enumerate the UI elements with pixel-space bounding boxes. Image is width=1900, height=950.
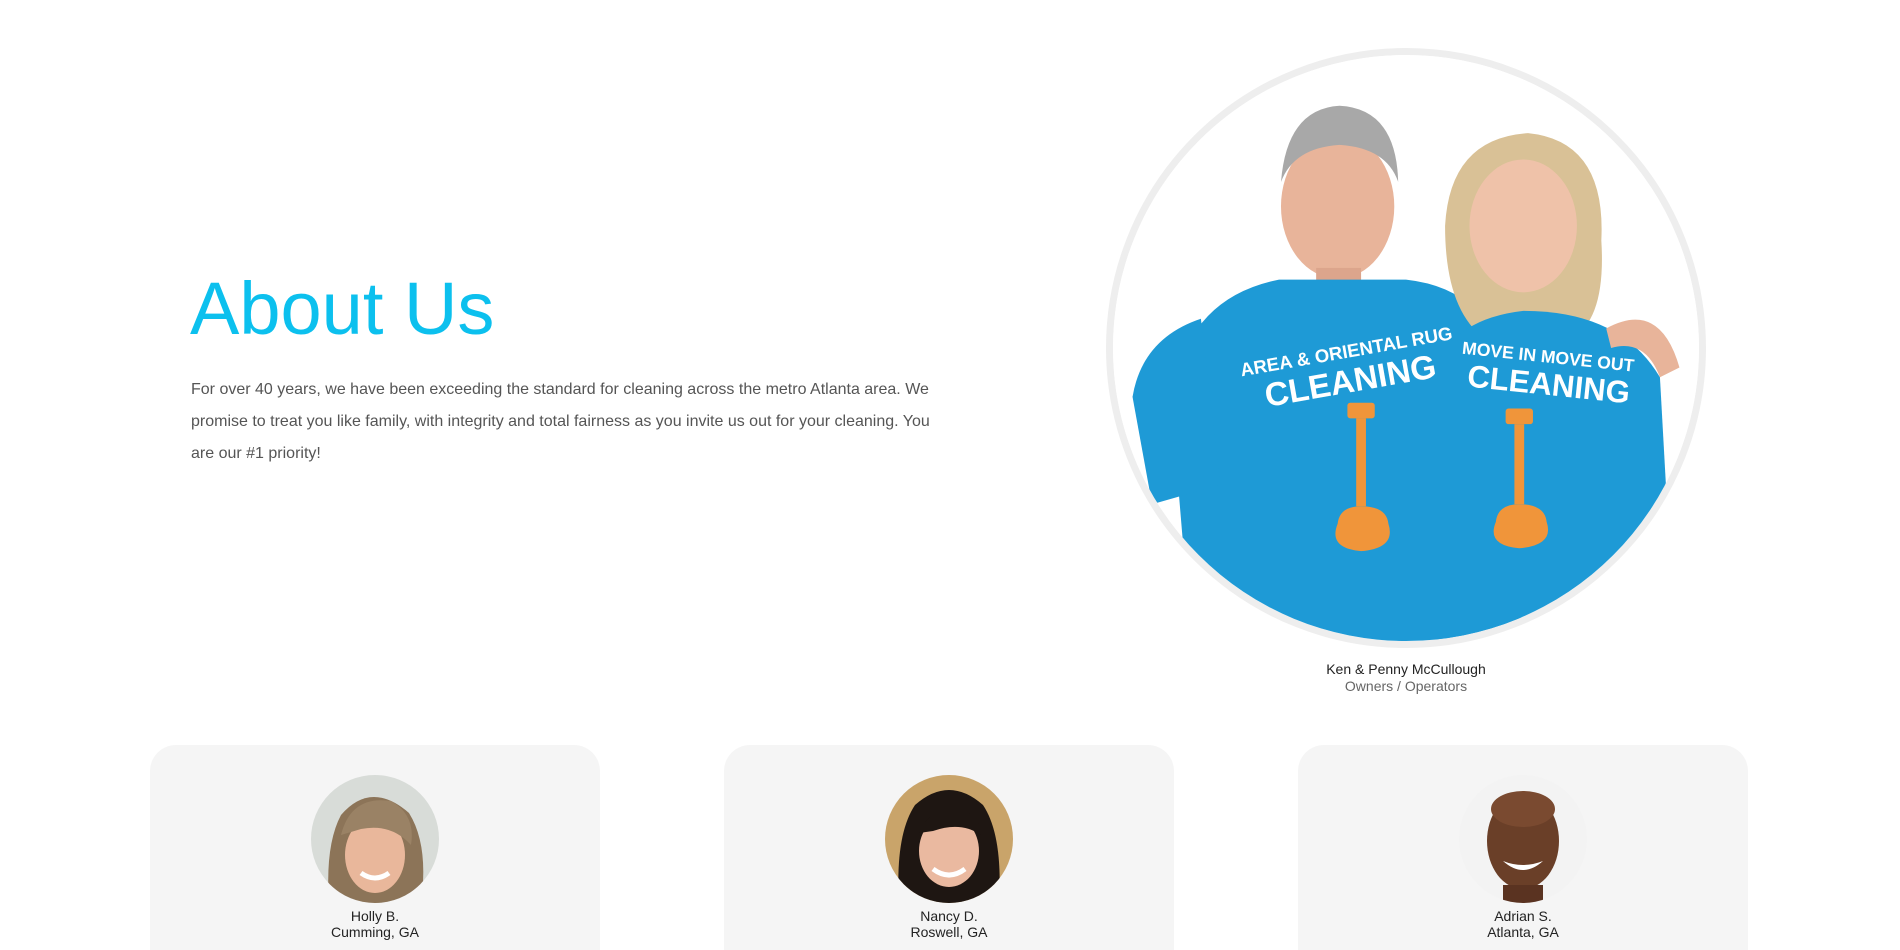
team-card: Holly B. Cumming, GA bbox=[150, 745, 600, 950]
team-member-name: Adrian S. bbox=[1494, 908, 1552, 924]
team-card: Adrian S. Atlanta, GA bbox=[1298, 745, 1748, 950]
team-member-location: Atlanta, GA bbox=[1487, 924, 1559, 940]
team-member-location: Roswell, GA bbox=[910, 924, 988, 940]
team-member-name: Nancy D. bbox=[920, 908, 978, 924]
avatar bbox=[885, 775, 1013, 903]
owners-name: Ken & Penny McCullough bbox=[1326, 661, 1486, 677]
team-member-name: Holly B. bbox=[350, 908, 400, 924]
owners-caption: Ken & Penny McCullough Owners / Operator… bbox=[1206, 661, 1606, 695]
about-paragraph: For over 40 years, we have been exceedin… bbox=[191, 381, 930, 462]
team-card: Nancy D. Roswell, GA bbox=[724, 745, 1174, 950]
about-page: About Us For over 40 years, we have been… bbox=[0, 0, 1900, 950]
avatar bbox=[1459, 775, 1587, 903]
owners-photo: AREA & ORIENTAL RUG CLEANING MOVE IN MOV… bbox=[1106, 48, 1706, 648]
owners-role: Owners / Operators bbox=[1344, 678, 1468, 694]
avatar bbox=[311, 775, 439, 903]
team-member-location: Cumming, GA bbox=[331, 924, 419, 940]
page-title: About Us bbox=[190, 267, 495, 350]
